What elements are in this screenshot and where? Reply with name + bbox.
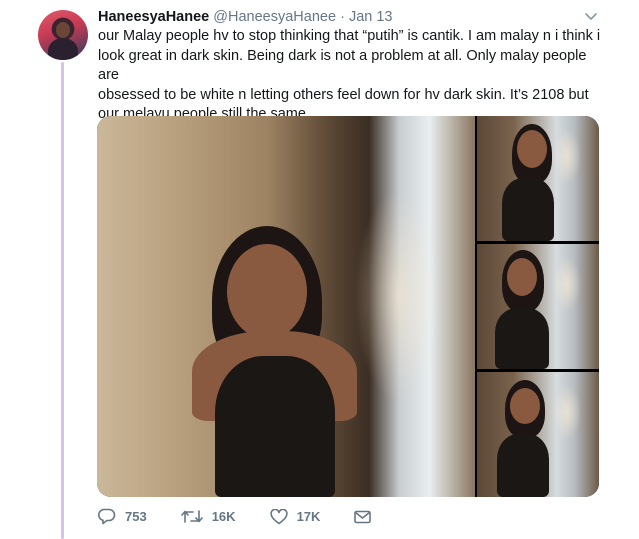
like-button[interactable]: 17K xyxy=(269,508,321,525)
user-handle[interactable]: @HaneesyaHanee xyxy=(213,9,336,25)
avatar[interactable] xyxy=(38,10,88,60)
media-grid[interactable] xyxy=(97,116,599,497)
reply-count: 753 xyxy=(125,509,147,524)
tweet-actions: 753 16K 17K xyxy=(98,508,414,525)
tweet-text: our Malay people hv to stop thinking tha… xyxy=(98,28,601,122)
photo-thumb-2[interactable] xyxy=(477,244,599,369)
retweet-count: 16K xyxy=(211,509,236,524)
reply-icon xyxy=(98,508,116,525)
display-name[interactable]: HaneesyaHanee xyxy=(98,9,209,25)
photo-thumb-3[interactable] xyxy=(477,372,599,497)
tweet-date[interactable]: Jan 13 xyxy=(349,9,393,25)
like-count: 17K xyxy=(296,509,321,524)
separator-dot: · xyxy=(340,9,345,25)
photo-main[interactable] xyxy=(97,116,475,497)
heart-icon xyxy=(269,508,288,524)
chevron-down-icon[interactable] xyxy=(583,11,599,23)
reply-button[interactable]: 753 xyxy=(98,508,147,525)
direct-message-button[interactable] xyxy=(354,510,380,524)
tweet-header: HaneesyaHanee @HaneesyaHanee · Jan 13 xyxy=(98,8,599,26)
photo-thumb-1[interactable] xyxy=(477,116,599,241)
retweet-button[interactable]: 16K xyxy=(180,509,236,524)
envelope-icon xyxy=(354,510,372,523)
retweet-icon xyxy=(180,510,203,523)
thread-line xyxy=(61,62,64,539)
